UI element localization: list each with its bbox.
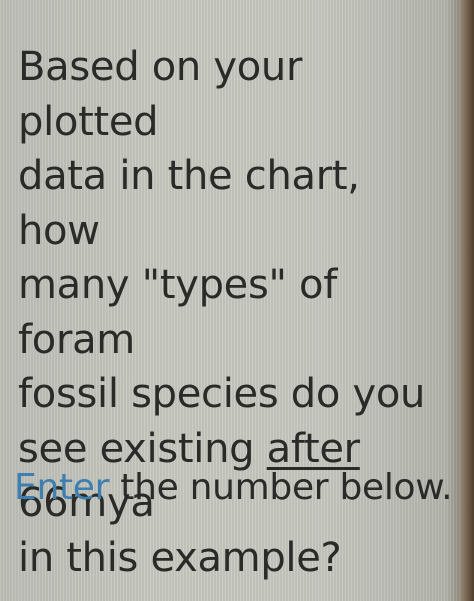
question-line-2: data in the chart, how: [18, 153, 360, 254]
enter-keyword: Enter: [14, 467, 110, 508]
question-line-1: Based on your plotted: [18, 44, 303, 145]
instruction-text: Enter the number below.: [14, 462, 454, 514]
question-line-6: in this example?: [18, 534, 342, 581]
device-bezel: [460, 0, 474, 601]
screen: Based on your plotted data in the chart,…: [0, 0, 474, 601]
question-line-4: fossil species do you: [18, 371, 426, 417]
question-line-3: many "types" of foram: [18, 262, 337, 363]
instruction-rest: the number below.: [109, 467, 453, 508]
question-panel: Based on your plotted data in the chart,…: [0, 0, 460, 601]
